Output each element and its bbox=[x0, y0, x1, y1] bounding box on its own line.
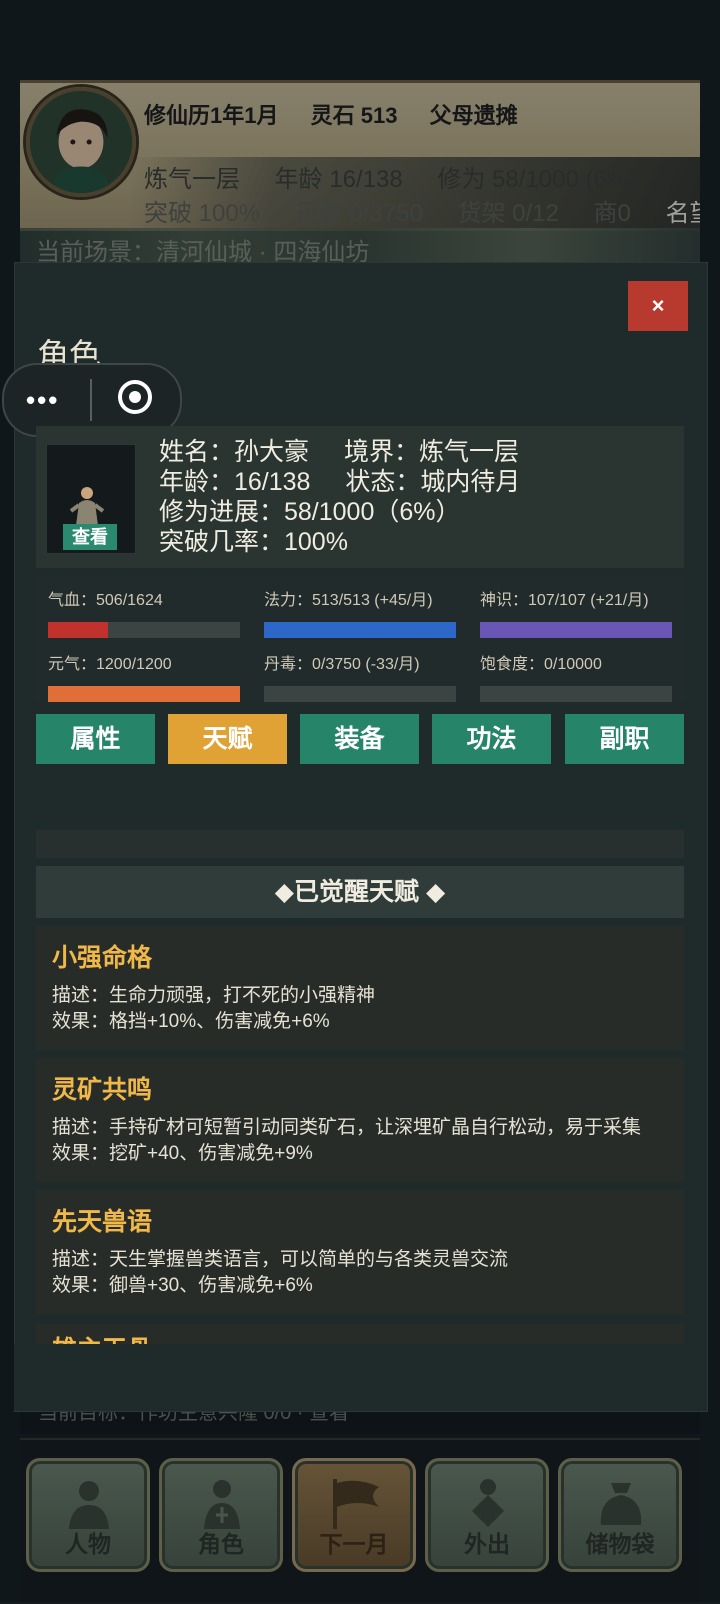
stat-bar bbox=[264, 686, 456, 702]
stats-card: 气血：506/1624 法力：513/513 (+45/月) 神识：107/10… bbox=[36, 576, 684, 702]
talent-card: 先天兽语 描述：天生掌握兽类语言，可以简单的与各类灵兽交流 效果：御兽+30、伤… bbox=[36, 1190, 684, 1314]
tab-attributes[interactable]: 属性 bbox=[36, 714, 155, 764]
talent-desc: 描述：生命力顽强，打不死的小强精神 bbox=[52, 985, 376, 1006]
character-details: 姓名：孙大豪 境界：炼气一层 年龄：16/138 状态：城内待月 修为进展：58… bbox=[159, 437, 548, 557]
talent-card: 小强命格 描述：生命力顽强，打不死的小强精神 效果：格挡+10%、伤害减免+6% bbox=[36, 926, 684, 1050]
talent-effect: 效果：御兽+30、伤害减免+6% bbox=[52, 1275, 313, 1296]
stat-bar bbox=[264, 622, 456, 638]
talent-desc: 描述：天生掌握兽类语言，可以简单的与各类灵兽交流 bbox=[52, 1249, 509, 1270]
talent-effect: 效果：格挡+10%、伤害减免+6% bbox=[52, 1011, 330, 1032]
talent-card: 灵矿共鸣 描述：手持矿材可短暂引动同类矿石，让深埋矿晶自行松动，易于采集 效果：… bbox=[36, 1058, 684, 1182]
tab-equipment[interactable]: 装备 bbox=[300, 714, 419, 764]
view-button[interactable]: 查看 bbox=[63, 524, 117, 550]
talent-name: 先天兽语 bbox=[52, 1208, 153, 1236]
tab-talents[interactable]: 天赋 bbox=[168, 714, 287, 764]
talent-desc: 描述：手持矿材可短暂引动同类矿石，让深埋矿晶自行松动，易于采集 bbox=[52, 1117, 642, 1138]
stat-label: 饱食度：0/10000 bbox=[480, 656, 602, 673]
realm-line: 境界：炼气一层 bbox=[343, 438, 519, 466]
name-line: 姓名：孙大豪 bbox=[159, 438, 310, 466]
stat-bar bbox=[480, 622, 672, 638]
state-line: 状态：城内待月 bbox=[345, 468, 521, 496]
stat-label: 神识：107/107 (+21/月) bbox=[480, 592, 649, 609]
section-title: ◆已觉醒天赋 ◆ bbox=[36, 866, 684, 918]
stat-label: 气血：506/1624 bbox=[48, 592, 163, 609]
stat-bar bbox=[48, 622, 240, 638]
talent-name: 雄主天骨 bbox=[52, 1330, 152, 1344]
tab-bar: 属性 天赋 装备 功法 副职 bbox=[36, 714, 684, 764]
stat-fill bbox=[480, 622, 672, 638]
progress-line: 修为进展：58/1000（6%） bbox=[159, 498, 461, 526]
stat-vitality: 元气：1200/1200 bbox=[48, 650, 240, 702]
stat-bar bbox=[48, 686, 240, 702]
content-divider bbox=[36, 830, 684, 858]
breakthrough-line: 突破几率：100% bbox=[159, 528, 348, 556]
close-button[interactable]: × bbox=[628, 281, 688, 331]
capsule-divider bbox=[90, 379, 92, 421]
talent-name: 小强命格 bbox=[52, 944, 153, 972]
stat-bar bbox=[480, 686, 672, 702]
talent-effect: 效果：挖矿+40、伤害减免+9% bbox=[52, 1143, 313, 1164]
close-miniprogram-icon[interactable] bbox=[118, 380, 152, 414]
stat-label: 元气：1200/1200 bbox=[48, 656, 172, 673]
modal-footer bbox=[14, 1344, 706, 1410]
tab-side-job[interactable]: 副职 bbox=[565, 714, 684, 764]
stat-spirit-sense: 神识：107/107 (+21/月) bbox=[480, 586, 672, 638]
tab-techniques[interactable]: 功法 bbox=[432, 714, 551, 764]
stat-fill bbox=[264, 622, 456, 638]
stat-fill bbox=[48, 622, 108, 638]
stat-mana: 法力：513/513 (+45/月) bbox=[264, 586, 456, 638]
talent-name: 灵矿共鸣 bbox=[52, 1076, 153, 1104]
age-line: 年龄：16/138 bbox=[159, 468, 311, 496]
stat-pill-toxin: 丹毒：0/3750 (-33/月) bbox=[264, 650, 456, 702]
more-icon[interactable]: ••• bbox=[26, 385, 59, 416]
stat-hp: 气血：506/1624 bbox=[48, 586, 240, 638]
stat-label: 法力：513/513 (+45/月) bbox=[264, 592, 433, 609]
stat-fill bbox=[48, 686, 240, 702]
stat-satiety: 饱食度：0/10000 bbox=[480, 650, 672, 702]
talent-card-partial: 雄主天骨 bbox=[36, 1324, 684, 1344]
stat-label: 丹毒：0/3750 (-33/月) bbox=[264, 656, 420, 673]
